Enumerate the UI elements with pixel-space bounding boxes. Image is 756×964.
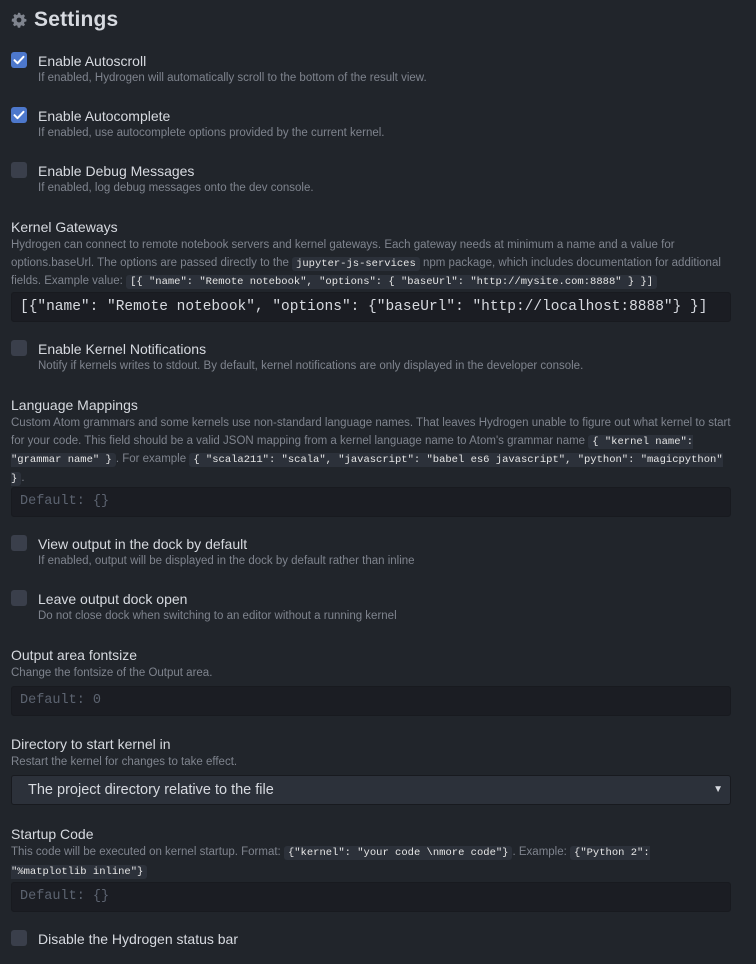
language-mappings-input[interactable]: Default: {} (11, 487, 731, 517)
setting-debug-messages[interactable]: Enable Debug Messages If enabled, log de… (11, 162, 741, 198)
gear-icon (11, 12, 27, 28)
debug-messages-checkbox[interactable] (11, 162, 27, 178)
autoscroll-label: Enable Autoscroll (38, 53, 147, 69)
setting-language-mappings: Language Mappings Custom Atom grammars a… (11, 396, 731, 488)
output-dock-default-description: If enabled, output will be displayed in … (38, 555, 415, 567)
kernel-gateways-description: Hydrogen can connect to remote notebook … (11, 237, 731, 292)
startup-code-description: This code will be executed on kernel sta… (11, 844, 731, 881)
setting-output-fontsize: Output area fontsize Change the fontsize… (11, 646, 731, 683)
output-dock-open-description: Do not close dock when switching to an e… (38, 610, 397, 622)
output-dock-open-checkbox[interactable] (11, 590, 27, 606)
disable-status-bar-label: Disable the Hydrogen status bar (38, 931, 238, 947)
description-text: This code will be executed on kernel sta… (11, 846, 284, 858)
autoscroll-checkbox[interactable] (11, 52, 27, 68)
kernel-notifications-description: Notify if kernels writes to stdout. By d… (38, 360, 584, 372)
output-fontsize-description: Change the fontsize of the Output area. (11, 667, 213, 679)
inline-code: jupyter-js-services (292, 256, 420, 271)
output-fontsize-input[interactable]: Default: 0 (11, 686, 731, 716)
startup-code-input[interactable]: Default: {} (11, 882, 731, 912)
inline-code: [{ "name": "Remote notebook", "options":… (126, 275, 658, 289)
language-mappings-description: Custom Atom grammars and some kernels us… (11, 415, 731, 488)
setting-startup-code: Startup Code This code will be executed … (11, 825, 731, 881)
settings-header: Settings (11, 8, 118, 32)
kernel-directory-selected: The project directory relative to the fi… (28, 782, 274, 798)
language-mappings-label: Language Mappings (11, 397, 138, 413)
autocomplete-checkbox[interactable] (11, 107, 27, 123)
settings-panel: Settings Enable Autoscroll If enabled, H… (0, 0, 756, 964)
setting-autoscroll[interactable]: Enable Autoscroll If enabled, Hydrogen w… (11, 52, 741, 88)
kernel-notifications-checkbox[interactable] (11, 340, 27, 356)
disable-status-bar-checkbox[interactable] (11, 930, 27, 946)
startup-code-label: Startup Code (11, 826, 94, 842)
kernel-directory-label: Directory to start kernel in (11, 736, 171, 752)
kernel-gateways-input[interactable]: [{"name": "Remote notebook", "options": … (11, 292, 731, 322)
setting-output-dock-open[interactable]: Leave output dock open Do not close dock… (11, 590, 741, 626)
debug-messages-label: Enable Debug Messages (38, 163, 195, 179)
dropdown-arrow-icon: ▼ (713, 784, 723, 795)
description-text: . For example (115, 453, 190, 465)
kernel-notifications-label: Enable Kernel Notifications (38, 341, 207, 357)
debug-messages-description: If enabled, log debug messages onto the … (38, 182, 314, 194)
autoscroll-description: If enabled, Hydrogen will automatically … (38, 72, 427, 84)
autocomplete-description: If enabled, use autocomplete options pro… (38, 127, 385, 139)
setting-kernel-notifications[interactable]: Enable Kernel Notifications Notify if ke… (11, 340, 741, 376)
setting-output-dock-default[interactable]: View output in the dock by default If en… (11, 535, 741, 571)
kernel-gateways-label: Kernel Gateways (11, 219, 118, 235)
checkmark-icon (13, 110, 25, 120)
output-dock-open-label: Leave output dock open (38, 591, 188, 607)
setting-kernel-gateways: Kernel Gateways Hydrogen can connect to … (11, 218, 731, 292)
setting-disable-status-bar[interactable]: Disable the Hydrogen status bar (11, 930, 741, 950)
setting-kernel-directory: Directory to start kernel in Restart the… (11, 735, 731, 772)
output-dock-default-checkbox[interactable] (11, 535, 27, 551)
autocomplete-label: Enable Autocomplete (38, 108, 171, 124)
checkmark-icon (13, 55, 25, 65)
page-title: Settings (34, 8, 119, 31)
inline-code: {"kernel": "your code \nmore code"} (283, 846, 513, 860)
description-text: . Example: (512, 846, 571, 858)
description-text: . (21, 471, 25, 484)
setting-autocomplete[interactable]: Enable Autocomplete If enabled, use auto… (11, 107, 741, 143)
output-dock-default-label: View output in the dock by default (38, 536, 248, 552)
output-fontsize-label: Output area fontsize (11, 647, 138, 663)
kernel-directory-select[interactable]: The project directory relative to the fi… (11, 775, 731, 805)
kernel-directory-description: Restart the kernel for changes to take e… (11, 756, 238, 768)
